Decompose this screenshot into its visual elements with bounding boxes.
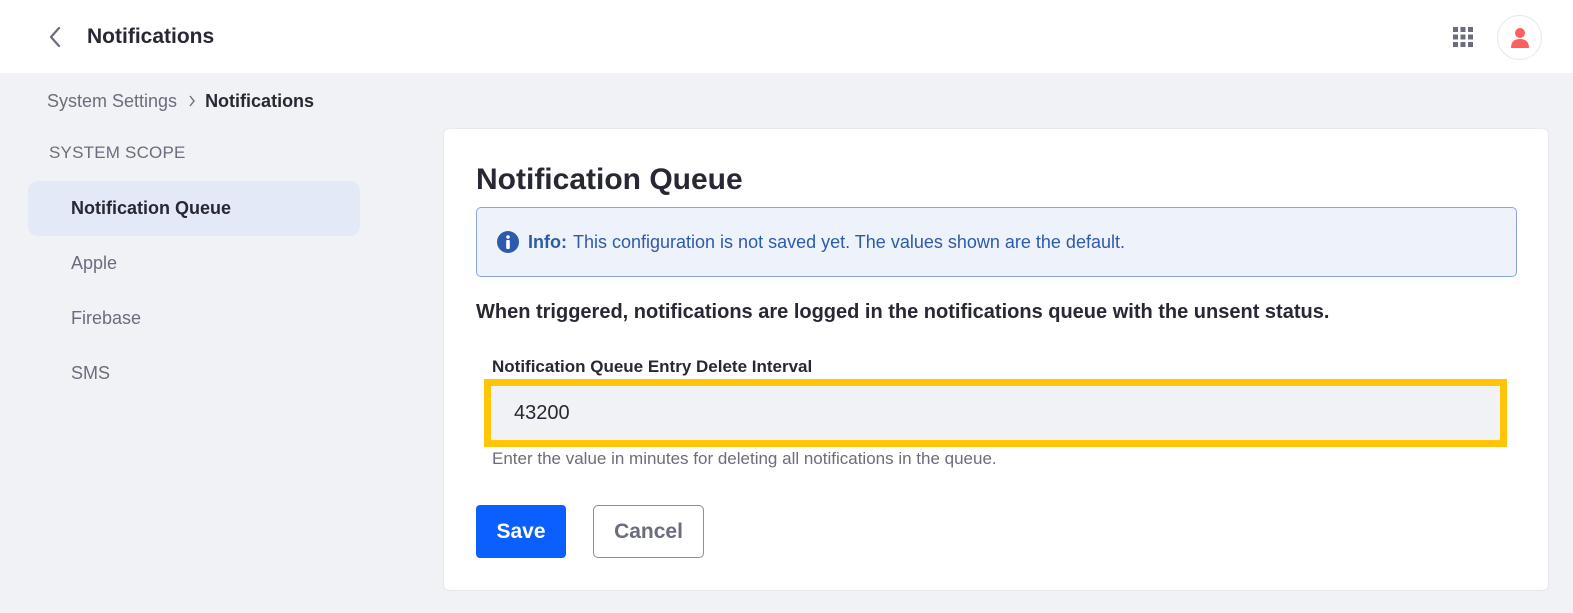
delete-interval-help: Enter the value in minutes for deleting … <box>492 449 997 468</box>
sidebar-heading: SYSTEM SCOPE <box>49 143 186 162</box>
sidebar-item-label: Notification Queue <box>71 198 232 218</box>
chevron-right-icon <box>189 95 195 107</box>
apps-menu-button[interactable] <box>1450 24 1476 50</box>
grid-icon <box>1453 27 1473 47</box>
sidebar-item-label: SMS <box>71 363 111 383</box>
info-circle-icon <box>497 231 519 253</box>
breadcrumb-current: Notifications <box>205 90 315 111</box>
save-button[interactable]: Save <box>476 505 566 558</box>
delete-interval-input[interactable] <box>491 386 1500 440</box>
sidebar-item-label: Firebase <box>71 308 142 328</box>
input-highlight <box>484 379 1507 447</box>
user-icon <box>1510 27 1529 48</box>
breadcrumb-system-settings[interactable]: System Settings <box>47 91 177 112</box>
alert-label: Info: <box>528 231 567 252</box>
section-description: When triggered, notifications are logged… <box>476 301 1330 323</box>
sidebar-item-label: Apple <box>71 253 118 273</box>
info-alert: Info: This configuration is not saved ye… <box>476 207 1517 277</box>
breadcrumb: System Settings Notifications <box>47 88 314 114</box>
section-title: Notification Queue <box>476 163 743 196</box>
alert-message: This configuration is not saved yet. The… <box>572 231 1125 252</box>
back-button[interactable] <box>40 22 70 52</box>
delete-interval-label: Notification Queue Entry Delete Interval <box>492 357 813 376</box>
sidebar-item-firebase[interactable]: Firebase <box>28 291 360 346</box>
sidebar-item-notification-queue[interactable]: Notification Queue <box>28 181 360 236</box>
page-header-title: Notifications <box>87 25 215 48</box>
cancel-button[interactable]: Cancel <box>593 505 704 558</box>
configuration-card: Notification Queue Info: This configurat… <box>443 128 1549 591</box>
sidebar-item-sms[interactable]: SMS <box>28 346 360 401</box>
top-bar: Notifications <box>0 0 1573 73</box>
breadcrumb-separator <box>188 95 196 107</box>
user-avatar[interactable] <box>1497 15 1542 60</box>
sidebar-item-apple[interactable]: Apple <box>28 236 360 291</box>
chevron-left-icon <box>49 26 61 48</box>
